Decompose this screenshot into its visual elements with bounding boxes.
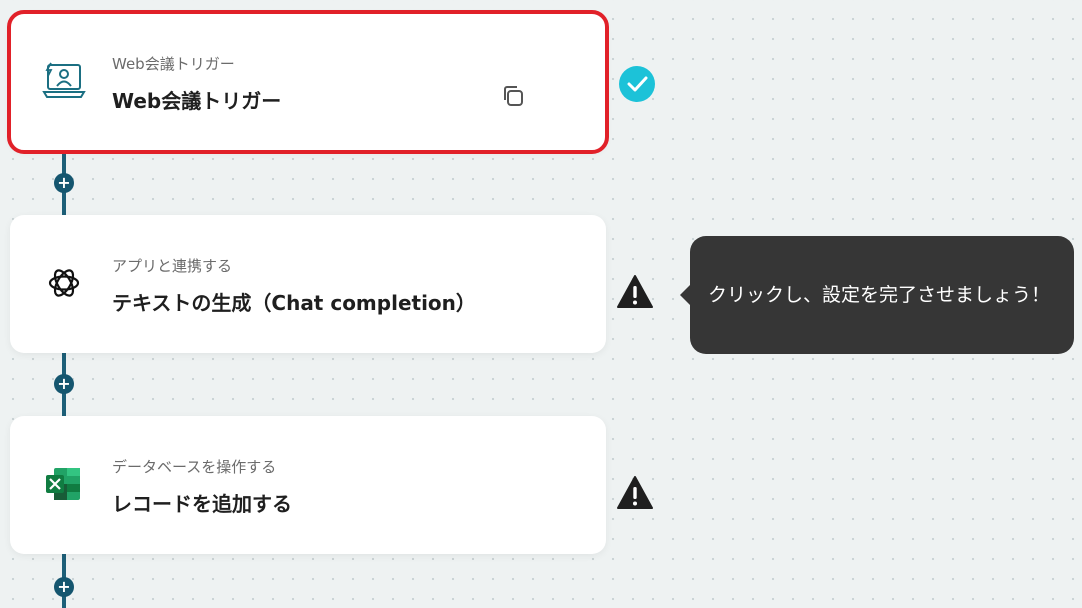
step-title: Web会議トリガー: [112, 89, 282, 113]
step-card-chat-completion[interactable]: アプリと連携する テキストの生成（Chat completion）: [10, 215, 606, 353]
step-subtitle: Web会議トリガー: [112, 55, 235, 73]
check-icon: [619, 66, 655, 102]
warning-icon: [617, 275, 653, 308]
step-subtitle: アプリと連携する: [112, 257, 233, 275]
tooltip-text: クリックし、設定を完了させましょう！: [708, 284, 1051, 306]
openai-icon: [48, 269, 80, 297]
add-step-button[interactable]: +: [54, 173, 74, 193]
add-step-button[interactable]: +: [54, 577, 74, 597]
step-title: レコードを追加する: [112, 492, 292, 516]
excel-icon: [46, 468, 80, 500]
step-card-add-record[interactable]: データベースを操作する レコードを追加する: [10, 416, 606, 554]
step-card-web-meeting-trigger[interactable]: Web会議トリガー Web会議トリガー: [7, 10, 609, 154]
step-title: テキストの生成（Chat completion）: [112, 291, 476, 315]
tooltip: クリックし、設定を完了させましょう！: [680, 236, 1074, 354]
step-subtitle: データベースを操作する: [112, 458, 277, 476]
warning-icon: [617, 476, 653, 509]
video-meeting-icon: [42, 62, 86, 98]
copy-icon[interactable]: [500, 83, 526, 109]
add-step-button[interactable]: +: [54, 374, 74, 394]
